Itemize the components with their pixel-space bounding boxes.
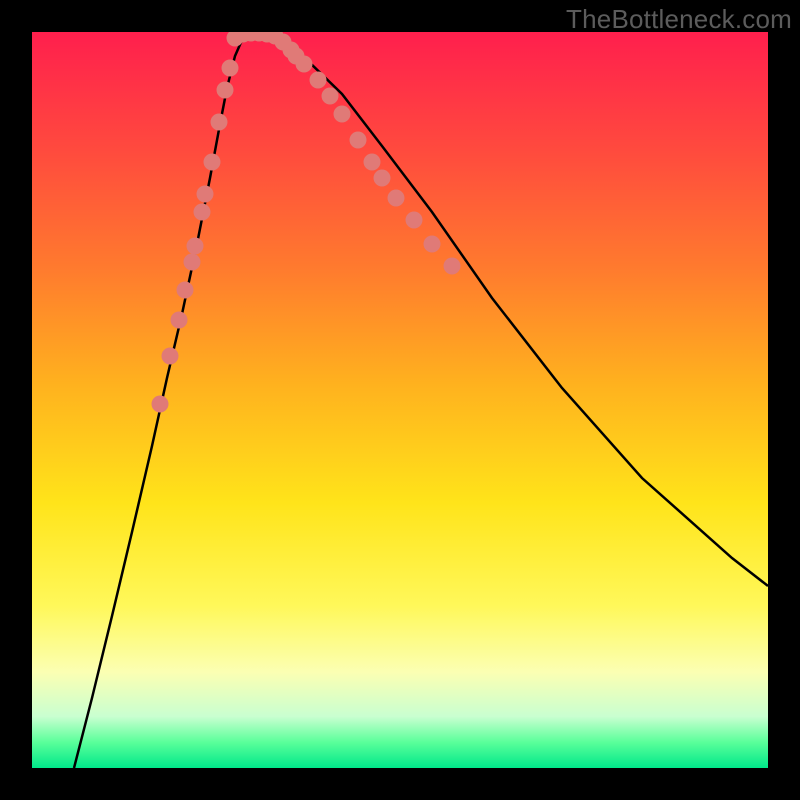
bottleneck-curve	[74, 34, 768, 768]
data-point	[296, 56, 313, 73]
dots-right-branch	[283, 42, 461, 275]
data-point	[197, 186, 214, 203]
data-point	[364, 154, 381, 171]
data-point	[184, 254, 201, 271]
data-point	[171, 312, 188, 329]
chart-svg	[32, 32, 768, 768]
data-point	[222, 60, 239, 77]
data-point	[194, 204, 211, 221]
data-point	[177, 282, 194, 299]
data-point	[204, 154, 221, 171]
data-point	[211, 114, 228, 131]
data-point	[424, 236, 441, 253]
data-point	[406, 212, 423, 229]
dots-bottom-minimum	[227, 32, 292, 51]
data-point	[444, 258, 461, 275]
data-point	[350, 132, 367, 149]
data-point	[152, 396, 169, 413]
data-point	[162, 348, 179, 365]
data-point	[275, 34, 292, 51]
data-point	[310, 72, 327, 89]
data-point	[374, 170, 391, 187]
plot-area	[32, 32, 768, 768]
data-point	[187, 238, 204, 255]
dots-left-branch	[152, 60, 239, 413]
data-point	[217, 82, 234, 99]
data-point	[322, 88, 339, 105]
watermark-text: TheBottleneck.com	[566, 4, 792, 35]
data-point	[388, 190, 405, 207]
data-point	[334, 106, 351, 123]
chart-frame: TheBottleneck.com	[0, 0, 800, 800]
